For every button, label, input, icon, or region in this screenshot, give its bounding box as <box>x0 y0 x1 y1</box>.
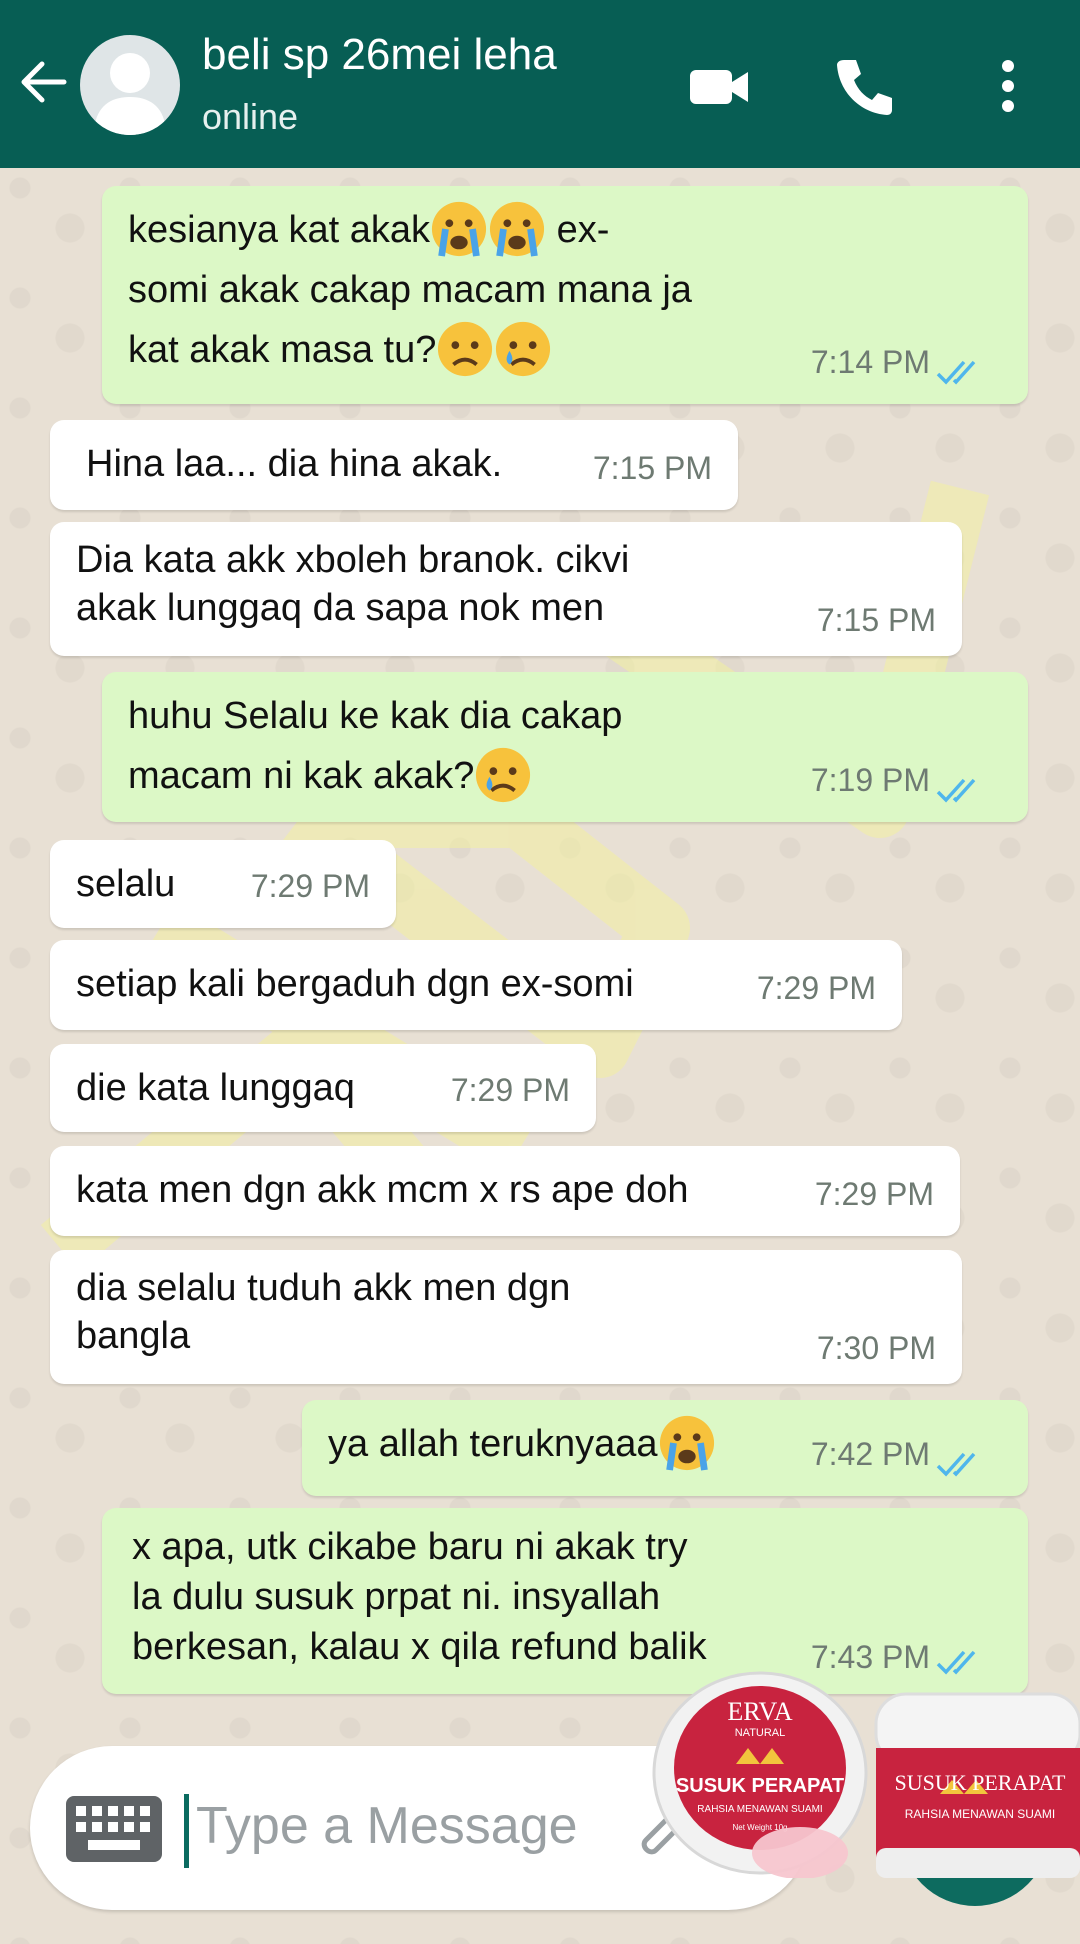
keyboard-icon[interactable] <box>66 1796 162 1862</box>
message-time: 7:30 PM <box>816 1330 936 1366</box>
read-receipt-icon <box>936 778 976 803</box>
product-tagline-side: RAHSIA MENAWAN SUAMI <box>905 1807 1055 1821</box>
contact-avatar[interactable] <box>80 35 180 135</box>
read-receipt-icon <box>936 1650 976 1675</box>
crying-face-emoji-icon <box>489 201 545 257</box>
back-arrow-icon[interactable] <box>14 52 74 112</box>
message-bubble[interactable]: Dia kata akk xboleh branok. cikvi akak l… <box>50 522 962 656</box>
message-bubble[interactable]: Hina laa... dia hina akak. 7:15 PM <box>50 420 738 510</box>
message-bubble[interactable]: selalu 7:29 PM <box>50 840 396 928</box>
message-bubble[interactable]: die kata lunggaq 7:29 PM <box>50 1044 596 1132</box>
default-avatar-icon <box>94 53 166 135</box>
message-bubble[interactable]: kata men dgn akk mcm x rs ape doh 7:29 P… <box>50 1146 960 1236</box>
message-time: 7:14 PM <box>810 344 930 380</box>
contact-name[interactable]: beli sp 26mei leha <box>202 30 557 80</box>
tear-face-emoji-icon <box>476 747 531 803</box>
product-name: SUSUK PERAPAT <box>676 1775 844 1797</box>
message-text: Dia kata akk xboleh branok. cikvi akak l… <box>76 539 630 629</box>
message-bubble[interactable]: ya allah teruknyaaa 7:42 PM <box>302 1400 1028 1496</box>
message-time: 7:29 PM <box>450 1072 570 1108</box>
message-time: 7:29 PM <box>756 970 876 1006</box>
message-time: 7:42 PM <box>810 1436 930 1472</box>
more-options-icon[interactable] <box>980 52 1050 122</box>
product-brand-sub: NATURAL <box>735 1727 786 1739</box>
message-text: dia selalu tuduh akk men dgn bangla <box>76 1267 571 1357</box>
text-cursor <box>184 1794 189 1868</box>
message-time: 7:15 PM <box>816 602 936 638</box>
message-input[interactable]: Type a Message <box>196 1796 578 1856</box>
read-receipt-icon <box>936 360 976 385</box>
message-time: 7:15 PM <box>592 450 712 486</box>
message-bubble[interactable]: x apa, utk cikabe baru ni akak try la du… <box>102 1508 1028 1694</box>
message-time: 7:29 PM <box>814 1176 934 1212</box>
contact-status: online <box>202 96 299 137</box>
message-time: 7:29 PM <box>250 868 370 904</box>
message-text: kata men dgn akk mcm x rs ape doh <box>76 1169 689 1211</box>
product-jar-image: ERVA NATURAL SUSUK PERAPAT RAHSIA MENAWA… <box>652 1671 868 1878</box>
message-bubble[interactable]: kesianya kat akak ex- somi akak cakap ma… <box>102 186 1028 404</box>
message-bubble[interactable]: huhu Selalu ke kak dia cakap macam ni ka… <box>102 672 1028 822</box>
tear-face-emoji-icon <box>496 321 551 377</box>
crying-face-emoji-icon <box>659 1415 714 1471</box>
message-bubble[interactable]: setiap kali bergaduh dgn ex-somi 7:29 PM <box>50 940 902 1030</box>
phone-call-icon[interactable] <box>830 52 900 122</box>
product-jar-image: SUSUK PERAPAT RAHSIA MENAWAN SUAMI <box>874 1692 1080 1878</box>
message-bubble[interactable]: dia selalu tuduh akk men dgn bangla 7:30… <box>50 1250 962 1384</box>
product-brand: ERVA <box>727 1697 793 1726</box>
crying-face-emoji-icon <box>431 201 487 257</box>
video-call-icon[interactable] <box>684 52 754 122</box>
message-time: 7:19 PM <box>810 762 930 798</box>
chat-header: beli sp 26mei leha online <box>0 0 1080 168</box>
sad-face-emoji-icon <box>438 321 493 377</box>
product-tagline: RAHSIA MENAWAN SUAMI <box>697 1804 822 1815</box>
product-name-side: SUSUK PERAPAT <box>895 1770 1067 1795</box>
read-receipt-icon <box>936 1452 976 1477</box>
